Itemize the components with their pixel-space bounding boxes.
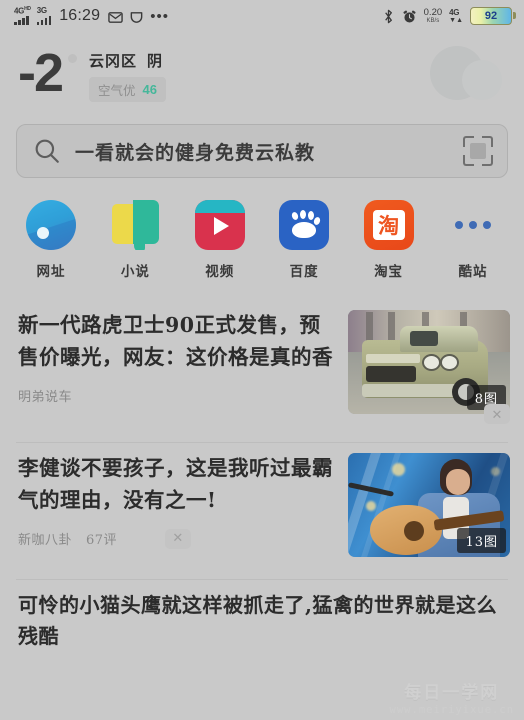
app-shortcut-taobao[interactable]: 淘 淘宝	[352, 200, 426, 280]
image-count-badge: 13图	[457, 528, 506, 553]
taobao-glyph: 淘	[378, 212, 400, 238]
weather-location-condition: 云冈区阴	[89, 50, 166, 71]
more-horizontal-icon: •••	[150, 8, 170, 26]
battery-indicator: 92	[470, 7, 516, 25]
news-content: 可怜的小猫头鹰就这样被抓走了,猛禽的世界就是这么残酷	[18, 590, 510, 652]
signal-bars-1	[14, 16, 29, 26]
app-shortcut-baidu[interactable]: 百度	[267, 200, 341, 280]
degree-symbol	[68, 54, 78, 63]
app-label-coolsites: 酷站	[458, 264, 488, 280]
watermark: 每日一学网 www.meiriyixue.cn	[390, 678, 514, 716]
news-content: 新一代路虎卫士90正式发售，预售价曝光，网友：这价格是真的香 明弟说车	[18, 310, 334, 428]
alarm-clock-icon	[402, 9, 417, 24]
temperature-value: -2	[18, 43, 64, 103]
app-shortcut-video[interactable]: 视频	[183, 200, 257, 280]
app-shortcut-website[interactable]: 网址	[14, 200, 88, 280]
network-speed-indicator: 0.20 KB/s	[423, 7, 443, 24]
watermark-name: 每日一学网	[404, 683, 500, 703]
news-source: 明弟说车	[18, 389, 73, 405]
news-thumbnail[interactable]: 13图	[348, 453, 510, 557]
news-thumbnail[interactable]: 8图	[348, 310, 510, 414]
weather-widget[interactable]: -2 云冈区阴 空气优 46	[0, 32, 524, 124]
novel-book-icon	[110, 200, 160, 250]
network-type-label-2: 3G	[36, 6, 47, 16]
weather-condition: 阴	[147, 52, 164, 70]
search-section: 一看就会的健身免费云私教	[0, 124, 524, 178]
weather-info: 云冈区阴 空气优 46	[89, 50, 166, 102]
news-title: 可怜的小猫头鹰就这样被抓走了,猛禽的世界就是这么残酷	[18, 593, 497, 648]
signal-indicator-sim1: 4GHD	[14, 5, 31, 26]
data-arrows-icon: ▼▲	[449, 16, 463, 24]
app-shortcut-novel[interactable]: 小说	[98, 200, 172, 280]
search-icon	[33, 137, 61, 165]
news-meta: 明弟说车	[18, 386, 334, 405]
app-label-taobao: 淘宝	[374, 264, 404, 280]
video-play-icon	[194, 200, 245, 250]
signal-indicator-sim2: 3G	[36, 6, 52, 26]
envelope-icon	[108, 10, 124, 25]
news-comment-count: 67评	[86, 533, 118, 549]
news-meta: 新咖八卦 67评 ✕	[18, 528, 334, 549]
news-item[interactable]: 可怜的小猫头鹰就这样被抓走了,猛禽的世界就是这么残酷	[0, 580, 524, 652]
status-bar: 4GHD 3G 16:29 ••• 0.20 KB/s 4G ▼▲ 92	[0, 0, 524, 32]
news-feed: 新一代路虎卫士90正式发售，预售价曝光，网友：这价格是真的香 明弟说车 8图 ✕…	[0, 300, 524, 652]
overcast-cloud-icon	[430, 46, 502, 100]
search-bar[interactable]: 一看就会的健身免费云私教	[16, 124, 508, 178]
news-item[interactable]: 新一代路虎卫士90正式发售，预售价曝光，网友：这价格是真的香 明弟说车 8图 ✕	[0, 300, 524, 428]
taobao-icon: 淘	[363, 200, 414, 250]
close-icon[interactable]: ✕	[165, 528, 192, 549]
air-quality-value: 46	[142, 82, 157, 97]
app-label-novel: 小说	[120, 264, 150, 280]
shield-icon	[129, 10, 144, 25]
air-quality-label: 空气优	[98, 84, 136, 98]
status-bar-right: 0.20 KB/s 4G ▼▲ 92	[382, 7, 516, 25]
status-bar-clock: 16:29	[59, 7, 101, 25]
phone-screen: 4GHD 3G 16:29 ••• 0.20 KB/s 4G ▼▲ 92 -2 …	[0, 0, 524, 720]
qr-scan-icon[interactable]	[463, 136, 493, 166]
app-shortcut-coolsites[interactable]: 酷站	[436, 200, 510, 280]
status-bar-left: 4GHD 3G 16:29 •••	[14, 5, 170, 26]
news-item[interactable]: 李健谈不要孩子，这是我听过最霸气的理由，没有之一! 新咖八卦 67评 ✕ 13图	[0, 443, 524, 565]
app-label-baidu: 百度	[289, 264, 319, 280]
news-content: 李健谈不要孩子，这是我听过最霸气的理由，没有之一! 新咖八卦 67评 ✕	[18, 453, 334, 565]
more-dots-icon	[448, 200, 498, 250]
close-icon[interactable]: ✕	[484, 404, 510, 424]
watermark-url: www.meiriyixue.cn	[389, 704, 514, 716]
app-label-video: 视频	[205, 264, 235, 280]
network-type-label-3: 4G	[449, 7, 460, 17]
news-title: 新一代路虎卫士90正式发售，预售价曝光，网友：这价格是真的香	[18, 313, 333, 369]
data-network-indicator: 4G ▼▲	[449, 7, 463, 24]
news-title: 李健谈不要孩子，这是我听过最霸气的理由，没有之一!	[18, 456, 333, 512]
signal-bars-2	[36, 16, 52, 26]
news-source: 新咖八卦	[18, 533, 73, 549]
app-shortcut-row: 网址 小说 视频 百度 淘 淘宝 酷站	[0, 178, 524, 280]
air-quality-badge[interactable]: 空气优 46	[89, 77, 166, 102]
bluetooth-icon	[382, 9, 395, 24]
website-icon	[26, 200, 76, 250]
network-type-label-1: 4GHD	[14, 5, 31, 16]
search-input[interactable]: 一看就会的健身免费云私教	[75, 138, 463, 165]
app-label-website: 网址	[36, 264, 66, 280]
weather-location: 云冈区	[89, 52, 138, 70]
baidu-paw-icon	[279, 200, 330, 250]
